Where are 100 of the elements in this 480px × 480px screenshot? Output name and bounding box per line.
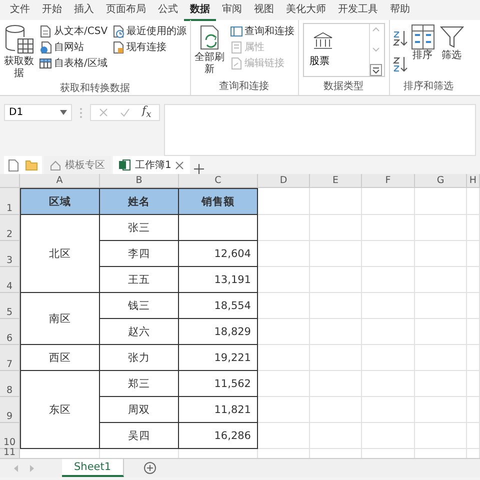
empty-cell[interactable] (467, 345, 480, 371)
empty-cell[interactable] (310, 345, 362, 371)
empty-cell[interactable] (467, 397, 480, 423)
empty-cell[interactable] (362, 267, 415, 293)
empty-cell[interactable] (362, 188, 415, 215)
cancel-icon[interactable] (99, 108, 108, 117)
ribbon-tab[interactable]: 审阅 (216, 0, 248, 20)
drag-handle-icon[interactable] (80, 108, 82, 118)
sheet-tab[interactable]: Sheet1 (62, 459, 124, 477)
ribbon-tab[interactable]: 页面布局 (100, 0, 152, 20)
ribbon-button[interactable]: 排序 (410, 23, 436, 63)
empty-cell[interactable] (258, 423, 310, 449)
ribbon-button[interactable]: 最近使用的源 (110, 23, 188, 39)
column-header[interactable]: F (362, 174, 415, 188)
insert-function-button[interactable]: f$_{x}$ (142, 104, 152, 121)
empty-cell[interactable] (310, 241, 362, 267)
column-header[interactable]: B (100, 174, 179, 188)
empty-cell[interactable] (310, 267, 362, 293)
scroll-right-icon[interactable] (29, 464, 34, 472)
empty-cell[interactable] (415, 397, 467, 423)
row-header[interactable]: 4 (0, 267, 20, 293)
empty-cell[interactable] (258, 215, 310, 241)
ribbon-button[interactable]: 自表格/区域 (38, 55, 109, 71)
empty-cell[interactable] (362, 293, 415, 319)
ribbon-tab[interactable]: 插入 (68, 0, 100, 20)
ribbon-button[interactable]: 查询和连接 (228, 23, 296, 39)
ribbon-tab[interactable]: 开始 (36, 0, 68, 20)
column-header[interactable]: A (20, 174, 100, 188)
ribbon-tab[interactable]: 开发工具 (332, 0, 384, 20)
ribbon-tab[interactable]: 帮助 (384, 0, 416, 20)
empty-cell[interactable] (310, 215, 362, 241)
new-document-icon[interactable] (8, 158, 19, 172)
dropdown-caret-icon[interactable] (60, 110, 67, 115)
empty-cell[interactable] (362, 241, 415, 267)
expand-gallery-icon[interactable] (370, 64, 382, 76)
row-header[interactable]: 5 (0, 293, 20, 319)
name-box[interactable]: D1 (4, 104, 72, 121)
ribbon-button[interactable]: 自网站 (38, 39, 109, 55)
empty-cell[interactable] (310, 319, 362, 345)
ribbon-button[interactable]: 筛选 (438, 23, 466, 63)
empty-cell[interactable] (258, 241, 310, 267)
empty-cell[interactable] (310, 188, 362, 215)
row-header[interactable]: 7 (0, 345, 20, 371)
empty-cell[interactable] (415, 319, 467, 345)
ribbon-tab[interactable]: 美化大师 (280, 0, 332, 20)
empty-cell[interactable] (467, 215, 480, 241)
empty-cell[interactable] (258, 319, 310, 345)
folder-icon[interactable] (25, 160, 38, 170)
empty-cell[interactable] (467, 319, 480, 345)
add-sheet-icon[interactable] (144, 462, 156, 474)
ribbon-tab[interactable]: 文件 (4, 0, 36, 20)
empty-cell[interactable] (258, 397, 310, 423)
sort-ascending-icon[interactable] (392, 29, 408, 47)
ribbon-button[interactable]: 现有连接 (110, 39, 188, 55)
sort-descending-icon[interactable] (392, 55, 408, 73)
empty-cell[interactable] (362, 215, 415, 241)
scroll-left-icon[interactable] (14, 464, 19, 472)
column-header[interactable]: D (258, 174, 310, 188)
check-icon[interactable] (120, 108, 130, 117)
ribbon-tab[interactable]: 视图 (248, 0, 280, 20)
empty-cell[interactable] (415, 293, 467, 319)
empty-cell[interactable] (258, 293, 310, 319)
column-header[interactable]: E (310, 174, 362, 188)
empty-cell[interactable] (310, 293, 362, 319)
ribbon-button[interactable]: 获取数据 (2, 23, 36, 81)
column-header[interactable]: C (179, 174, 258, 188)
row-header[interactable]: 2 (0, 215, 20, 241)
empty-cell[interactable] (362, 397, 415, 423)
row-header[interactable]: 8 (0, 371, 20, 397)
formula-input[interactable] (164, 104, 476, 156)
empty-cell[interactable] (310, 397, 362, 423)
empty-cell[interactable] (415, 188, 467, 215)
row-header[interactable]: 10 (0, 423, 20, 449)
empty-cell[interactable] (415, 423, 467, 449)
empty-cell[interactable] (467, 241, 480, 267)
ribbon-button[interactable]: 全部刷新 (192, 23, 227, 77)
ribbon-tab[interactable]: 公式 (152, 0, 184, 20)
gallery-item[interactable]: 股票 (304, 24, 369, 76)
row-header[interactable]: 1 (0, 188, 20, 215)
document-tab[interactable]: 工作簿1 (113, 156, 190, 174)
empty-cell[interactable] (467, 423, 480, 449)
empty-cell[interactable] (258, 371, 310, 397)
empty-cell[interactable] (258, 267, 310, 293)
empty-cell[interactable] (415, 241, 467, 267)
empty-cell[interactable] (362, 319, 415, 345)
row-header[interactable]: 6 (0, 319, 20, 345)
row-header[interactable]: 3 (0, 241, 20, 267)
empty-cell[interactable] (362, 345, 415, 371)
empty-cell[interactable] (415, 215, 467, 241)
empty-cell[interactable] (415, 371, 467, 397)
row-header[interactable]: 11 (0, 449, 20, 458)
empty-cell[interactable] (467, 371, 480, 397)
empty-cell[interactable] (258, 345, 310, 371)
ribbon-tab[interactable]: 数据 (184, 0, 216, 20)
add-tab-icon[interactable] (194, 164, 204, 174)
close-icon[interactable] (175, 160, 184, 170)
row-header[interactable]: 9 (0, 397, 20, 423)
empty-cell[interactable] (415, 267, 467, 293)
empty-cell[interactable] (310, 371, 362, 397)
empty-cell[interactable] (467, 267, 480, 293)
